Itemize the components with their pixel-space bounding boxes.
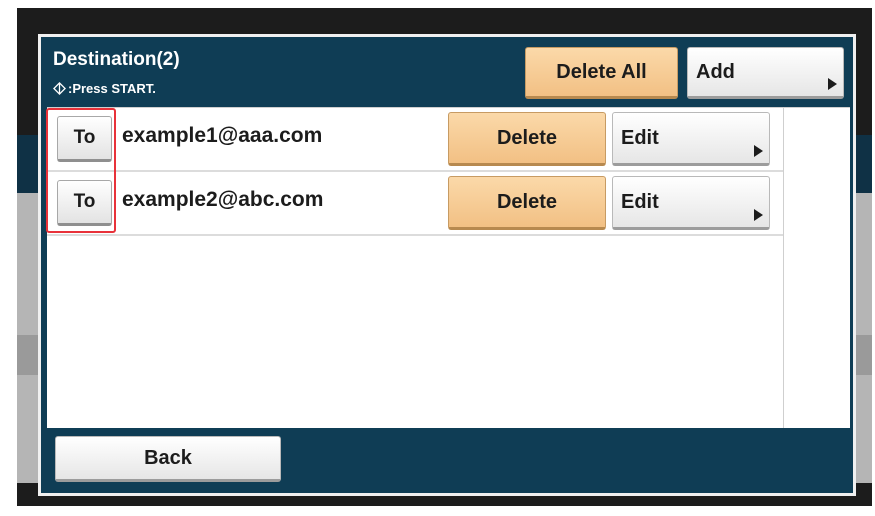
delete-button[interactable]: Delete [448,112,606,166]
delete-label: Delete [496,126,558,149]
delete-all-button[interactable]: Delete All [525,47,678,99]
to-type-label: To [73,191,96,212]
to-type-label: To [73,127,96,148]
start-hint-text: :Press START. [68,81,156,96]
arrow-right-icon [754,145,763,157]
destination-email: example2@abc.com [122,188,324,211]
to-type-button[interactable]: To [57,116,112,162]
destination-dialog: Destination(2) :Press START. Delete All … [38,34,856,496]
destination-list: To example1@aaa.com Delete Edit To examp… [47,107,850,428]
edit-label: Edit [621,126,659,149]
to-type-button[interactable]: To [57,180,112,226]
delete-all-label: Delete All [556,60,647,83]
arrow-right-icon [828,78,837,90]
scroll-track[interactable] [783,108,850,428]
delete-label: Delete [496,190,558,213]
add-label: Add [696,60,735,83]
back-button[interactable]: Back [55,436,281,482]
arrow-right-icon [754,209,763,221]
edit-label: Edit [621,190,659,213]
destination-row: To example2@abc.com Delete Edit [47,172,784,236]
delete-button[interactable]: Delete [448,176,606,230]
add-button[interactable]: Add [687,47,844,99]
destination-row: To example1@aaa.com Delete Edit [47,108,784,172]
edit-button[interactable]: Edit [612,112,770,166]
start-icon [53,82,66,95]
dialog-title: Destination(2) [53,49,180,70]
destination-email: example1@aaa.com [122,124,323,147]
start-hint: :Press START. [53,81,156,96]
back-label: Back [144,446,192,469]
edit-button[interactable]: Edit [612,176,770,230]
